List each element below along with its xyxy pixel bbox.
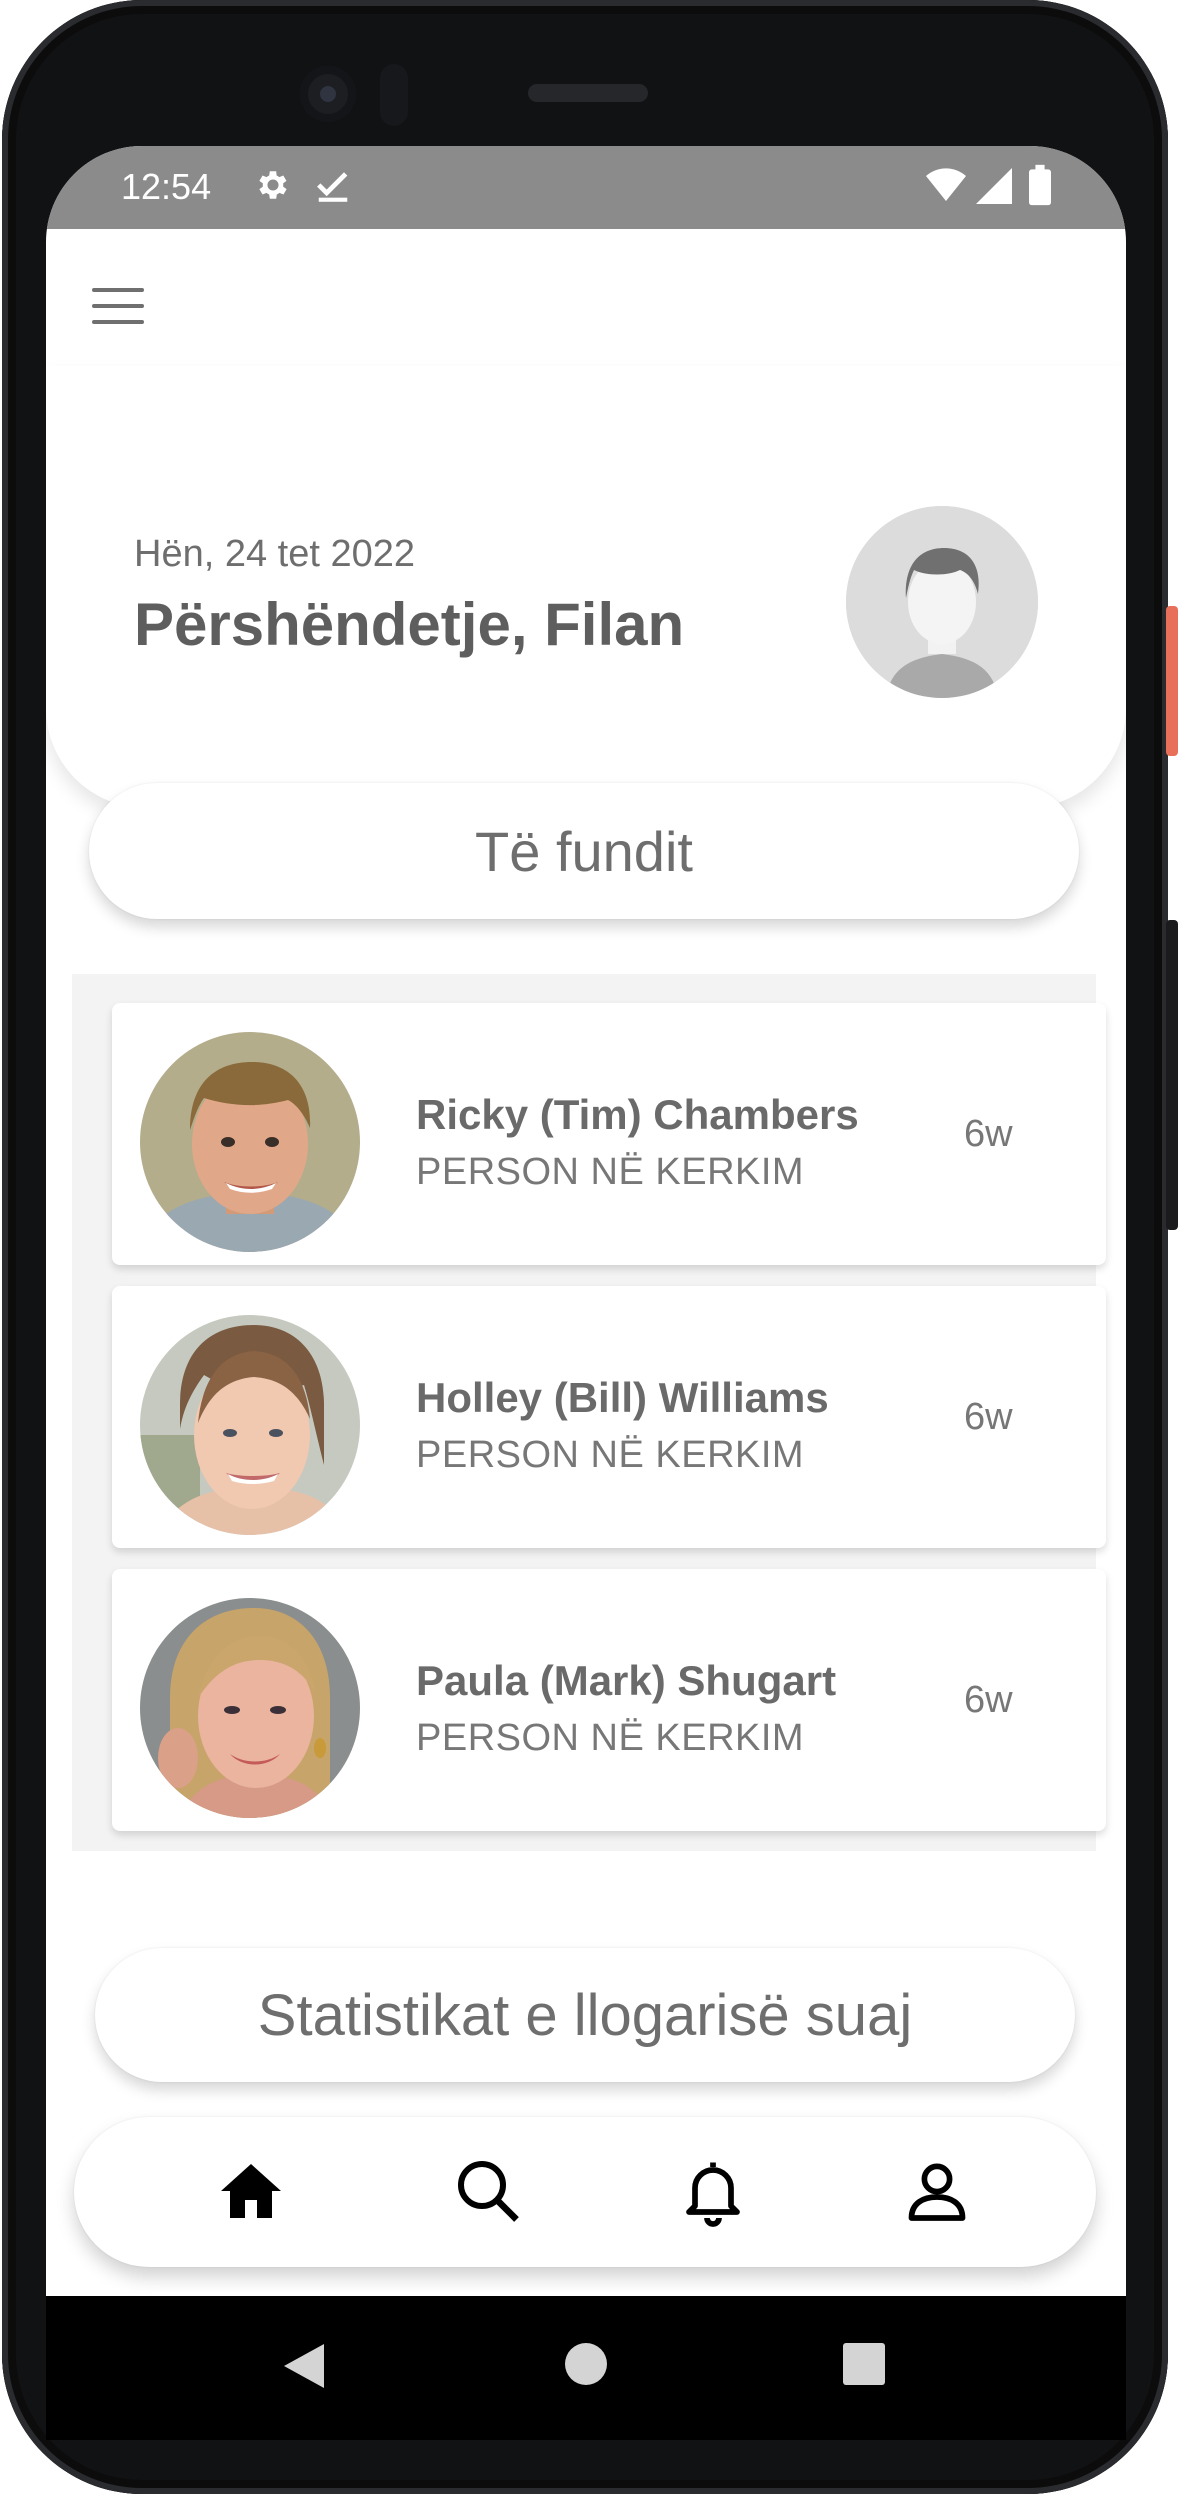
app-screen: 12:54 Hën, 24 tet 2022 Përshëndetje, Fil… (46, 146, 1126, 2296)
earpiece-speaker (528, 84, 648, 102)
recent-list: Ricky (Tim) Chambers PERSON NË KERKIM 6w (72, 974, 1106, 1851)
person-photo (140, 1315, 360, 1535)
home-icon[interactable] (215, 2155, 287, 2227)
front-camera (300, 66, 356, 122)
list-item[interactable]: Ricky (Tim) Chambers PERSON NË KERKIM 6w (112, 1003, 1106, 1265)
current-date: Hën, 24 tet 2022 (134, 533, 415, 575)
person-photo (140, 1598, 360, 1818)
list-item[interactable]: Paula (Mark) Shugart PERSON NË KERKIM 6w (112, 1569, 1106, 1831)
cell-signal-icon (976, 168, 1012, 209)
bottom-navigation (74, 2117, 1096, 2267)
bell-icon[interactable] (677, 2155, 749, 2227)
home-circle-icon[interactable] (564, 2342, 608, 2391)
recent-button[interactable]: Të fundit (89, 783, 1079, 919)
power-button (1166, 606, 1178, 756)
download-check-icon (314, 166, 352, 209)
profile-icon[interactable] (901, 2155, 973, 2227)
status-bar: 12:54 (46, 146, 1126, 229)
person-photo (140, 1032, 360, 1252)
greeting-title: Përshëndetje, Filan (134, 591, 685, 658)
person-name: Paula (Mark) Shugart (416, 1657, 837, 1704)
volume-rocker (1166, 920, 1178, 1230)
system-navigation-bar (46, 2296, 1126, 2440)
time-ago: 6w (964, 1679, 1013, 1721)
search-icon[interactable] (452, 2155, 524, 2227)
account-stats-button[interactable]: Statistikat e llogarisë suaj (95, 1948, 1075, 2082)
wifi-icon (926, 168, 966, 209)
person-status: PERSON NË KERKIM (416, 1717, 805, 1759)
battery-icon (1029, 164, 1051, 211)
back-icon[interactable] (282, 2342, 326, 2395)
recents-square-icon[interactable] (842, 2342, 886, 2391)
list-item[interactable]: Holley (Bill) Williams PERSON NË KERKIM … (112, 1286, 1106, 1548)
person-status: PERSON NË KERKIM (416, 1434, 805, 1476)
person-status: PERSON NË KERKIM (416, 1151, 805, 1193)
status-time: 12:54 (121, 166, 212, 207)
settings-gear-icon (254, 166, 292, 209)
person-name: Holley (Bill) Williams (416, 1374, 829, 1421)
hamburger-menu-icon[interactable] (92, 284, 148, 332)
time-ago: 6w (964, 1113, 1013, 1155)
person-name: Ricky (Tim) Chambers (416, 1091, 859, 1138)
time-ago: 6w (964, 1396, 1013, 1438)
default-user-avatar (846, 506, 1038, 698)
user-avatar[interactable] (846, 506, 1038, 698)
proximity-sensor (380, 64, 408, 126)
